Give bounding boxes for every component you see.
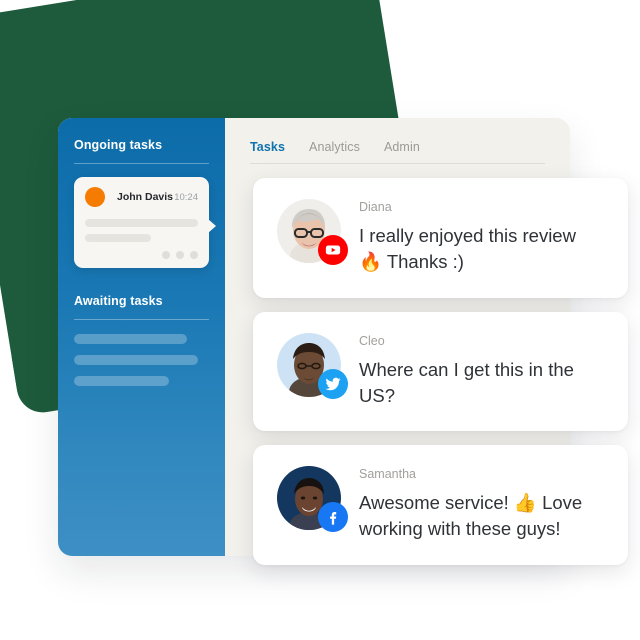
message-author: Diana [359, 200, 392, 214]
message-body: Cleo Where can I get this in the US? [359, 333, 597, 410]
tab-analytics[interactable]: Analytics [309, 140, 360, 163]
message-card-list: Diana I really enjoyed this review🔥 Thank… [253, 178, 628, 579]
awaiting-task-list [74, 334, 209, 386]
sidebar: Ongoing tasks John Davis 10:24 Awaiting … [58, 118, 225, 556]
avatar-wrapper [277, 466, 348, 533]
task-skeleton-line [85, 219, 198, 227]
awaiting-task-placeholder [74, 355, 199, 365]
twitter-icon [318, 368, 348, 399]
avatar-wrapper [277, 332, 348, 399]
task-skeleton-line [85, 234, 151, 242]
message-card[interactable]: Cleo Where can I get this in the US? [253, 311, 628, 432]
message-author: Cleo [359, 333, 385, 348]
ongoing-tasks-heading: Ongoing tasks [74, 138, 163, 152]
tab-bar-divider [250, 163, 545, 164]
message-author: Samantha [359, 467, 416, 482]
message-body: Diana I really enjoyed this review🔥 Thank… [359, 199, 597, 276]
awaiting-section: Awaiting tasks [74, 294, 209, 386]
facebook-icon [318, 502, 348, 533]
awaiting-divider [74, 319, 209, 320]
task-timestamp: 10:24 [174, 191, 198, 203]
ongoing-divider [74, 163, 209, 164]
message-card[interactable]: Diana I really enjoyed this review🔥 Thank… [253, 178, 628, 298]
ongoing-task-card[interactable]: John Davis 10:24 [74, 177, 216, 268]
awaiting-task-placeholder [74, 376, 169, 386]
message-text: Where can I get this in the US? [359, 358, 574, 406]
illustration-scene: Ongoing tasks John Davis 10:24 Awaiting … [0, 0, 640, 640]
task-card-pointer-icon [208, 219, 216, 233]
three-dots-icon [85, 251, 198, 259]
tab-bar: Tasks Analytics Admin [250, 140, 570, 163]
awaiting-task-placeholder [74, 334, 188, 344]
message-card[interactable]: Samantha Awesome service! 👍 Love working … [253, 445, 628, 565]
awaiting-tasks-heading: Awaiting tasks [74, 294, 163, 308]
avatar-wrapper [277, 199, 348, 265]
orange-circle-avatar-icon [85, 187, 105, 207]
message-text: Awesome service! 👍 Love working with the… [359, 492, 583, 540]
youtube-icon [318, 235, 348, 265]
task-card-header: John Davis 10:24 [85, 187, 198, 207]
tab-admin[interactable]: Admin [384, 140, 420, 163]
task-author-name: John Davis [117, 191, 174, 203]
tab-tasks[interactable]: Tasks [250, 140, 285, 163]
message-text: I really enjoyed this review🔥 Thanks :) [359, 225, 576, 273]
message-body: Samantha Awesome service! 👍 Love working … [359, 466, 597, 543]
